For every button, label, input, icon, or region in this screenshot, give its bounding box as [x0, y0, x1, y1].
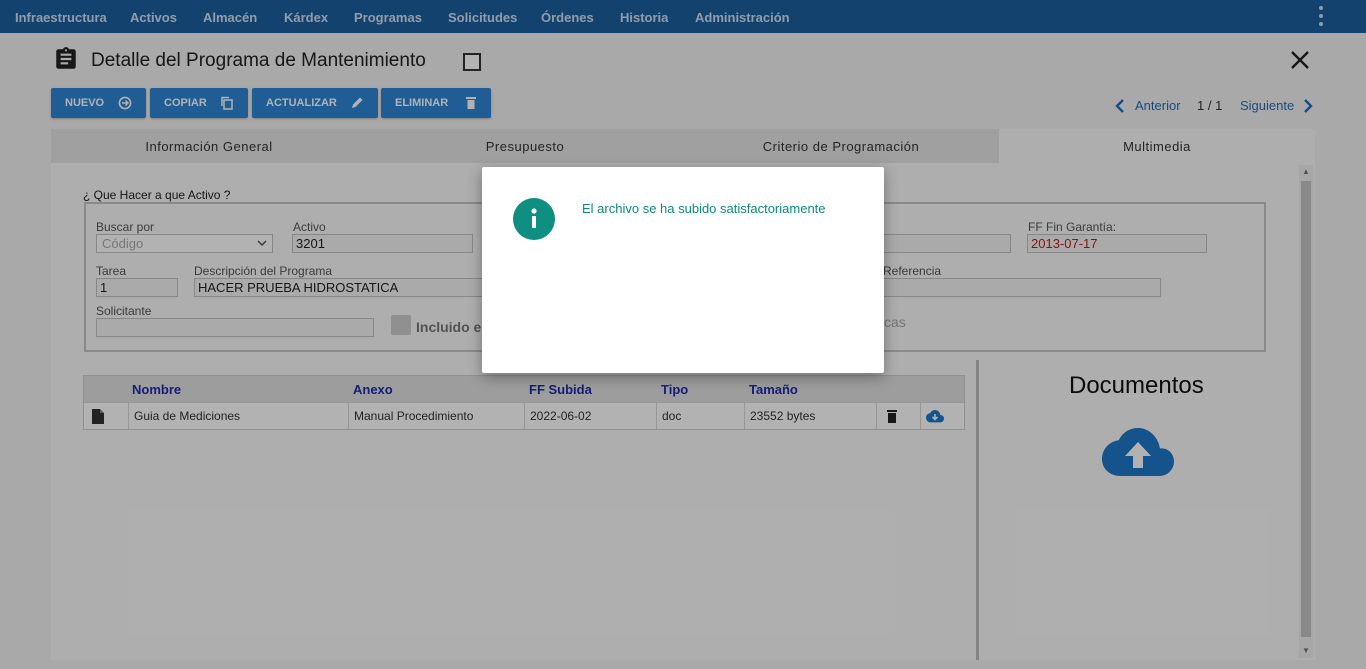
info-icon	[513, 198, 555, 240]
dialog-message: El archivo se ha subido satisfactoriamen…	[582, 201, 826, 216]
info-dialog: El archivo se ha subido satisfactoriamen…	[482, 167, 884, 373]
